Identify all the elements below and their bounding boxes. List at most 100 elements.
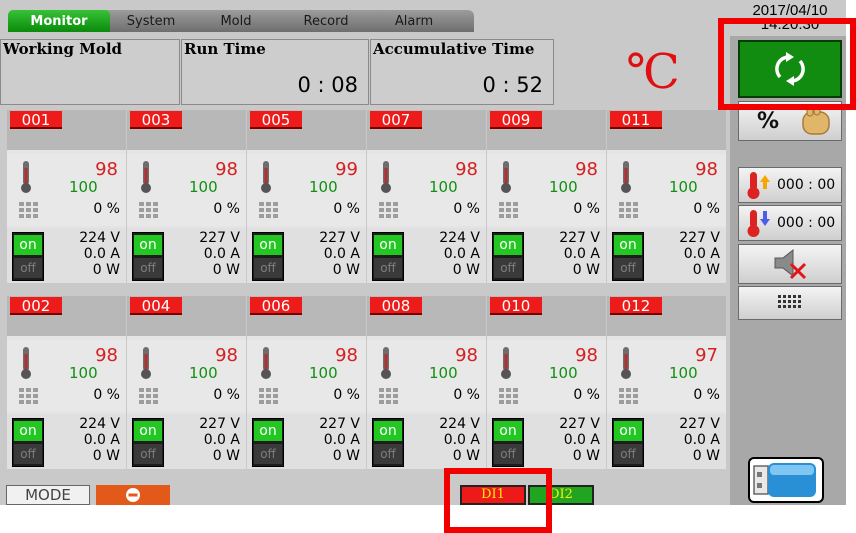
- zone-readings: 98 100 0 %: [127, 154, 246, 226]
- zone-card[interactable]: 009 98 100 0 % on off 227 V 0.0 A0 W: [487, 110, 606, 283]
- zone-off-label: off: [134, 258, 162, 278]
- zone-card[interactable]: 003 98 100 0 % on off 227 V 0.0 A0 W: [127, 110, 246, 283]
- zone-on-off-switch[interactable]: on off: [492, 232, 524, 281]
- temperature-unit[interactable]: ℃: [578, 40, 728, 104]
- thermometer-icon: [141, 347, 151, 379]
- zone-card[interactable]: 010 98 100 0 % on off 227 V 0.0 A0 W: [487, 296, 606, 469]
- zone-card[interactable]: 007 98 100 0 % on off 224 V 0.0 A0 W: [367, 110, 486, 283]
- zone-setpoint[interactable]: 100: [309, 364, 338, 382]
- high-temp-timer-button[interactable]: 000 : 00: [738, 167, 842, 203]
- zone-power: on off 227 V 0.0 A0 W: [247, 414, 366, 469]
- zone-setpoint[interactable]: 100: [69, 364, 98, 382]
- grid-icon: [379, 202, 398, 218]
- zone-setpoint[interactable]: 100: [189, 364, 218, 382]
- zone-off-label: off: [254, 258, 282, 278]
- zone-off-label: off: [614, 258, 642, 278]
- tab-mold[interactable]: Mold: [192, 10, 280, 32]
- zone-power-watts: 0 W: [332, 262, 360, 278]
- zone-current: 0.0 A: [563, 432, 600, 448]
- zone-id[interactable]: 003: [130, 111, 182, 129]
- zone-on-off-switch[interactable]: on off: [12, 232, 44, 281]
- zone-readings: 98 100 0 %: [127, 340, 246, 412]
- zone-temperature: 98: [455, 345, 478, 366]
- zone-setpoint[interactable]: 100: [429, 364, 458, 382]
- zone-on-off-switch[interactable]: on off: [132, 232, 164, 281]
- zone-off-label: off: [374, 444, 402, 464]
- grid-icon: [19, 388, 38, 404]
- zone-power-watts: 0 W: [332, 448, 360, 464]
- zone-output-percent: 0 %: [93, 201, 120, 217]
- zone-id[interactable]: 012: [610, 297, 662, 315]
- zone-setpoint[interactable]: 100: [549, 178, 578, 196]
- zone-on-label: on: [374, 421, 402, 441]
- zone-power-watts: 0 W: [452, 448, 480, 464]
- zone-on-off-switch[interactable]: on off: [252, 232, 284, 281]
- zone-current: 0.0 A: [443, 246, 480, 262]
- zone-on-label: on: [254, 421, 282, 441]
- zone-on-label: on: [14, 421, 42, 441]
- zone-setpoint[interactable]: 100: [309, 178, 338, 196]
- zone-id[interactable]: 007: [370, 111, 422, 129]
- zone-on-off-switch[interactable]: on off: [12, 418, 44, 467]
- mode-indicator[interactable]: [96, 485, 170, 505]
- zone-on-label: on: [614, 421, 642, 441]
- zone-output-percent: 0 %: [93, 387, 120, 403]
- temp-up-icon: [747, 172, 770, 199]
- zone-id[interactable]: 008: [370, 297, 422, 315]
- zone-card[interactable]: 001 98 100 0 % on off 224 V 0.0 A0 W: [7, 110, 126, 283]
- mute-button[interactable]: [738, 244, 842, 284]
- zone-card[interactable]: 005 99 100 0 % on off 227 V 0.0 A0 W: [247, 110, 366, 283]
- tab-system[interactable]: System: [110, 10, 192, 32]
- zone-output-percent: 0 %: [453, 201, 480, 217]
- keypad-button[interactable]: [738, 286, 842, 320]
- zone-setpoint[interactable]: 100: [549, 364, 578, 382]
- zone-id[interactable]: 006: [250, 297, 302, 315]
- zone-header: 006: [247, 296, 366, 336]
- tab-monitor[interactable]: Monitor: [8, 10, 110, 32]
- zone-header: 004: [127, 296, 246, 336]
- zone-card[interactable]: 004 98 100 0 % on off 227 V 0.0 A0 W: [127, 296, 246, 469]
- tab-alarm[interactable]: Alarm: [372, 10, 456, 32]
- zone-setpoint[interactable]: 100: [69, 178, 98, 196]
- zone-on-off-switch[interactable]: on off: [372, 232, 404, 281]
- zone-power: on off 224 V 0.0 A0 W: [7, 414, 126, 469]
- zone-temperature: 98: [95, 159, 118, 180]
- zone-id[interactable]: 009: [490, 111, 542, 129]
- zone-id[interactable]: 001: [10, 111, 62, 129]
- zone-on-label: on: [134, 235, 162, 255]
- zone-id[interactable]: 011: [610, 111, 662, 129]
- zone-output-percent: 0 %: [693, 387, 720, 403]
- zone-id[interactable]: 005: [250, 111, 302, 129]
- usb-button[interactable]: [748, 457, 824, 503]
- zone-id[interactable]: 004: [130, 297, 182, 315]
- zone-setpoint[interactable]: 100: [669, 178, 698, 196]
- zone-on-off-switch[interactable]: on off: [132, 418, 164, 467]
- zone-setpoint[interactable]: 100: [429, 178, 458, 196]
- zone-on-off-switch[interactable]: on off: [612, 418, 644, 467]
- zone-id[interactable]: 010: [490, 297, 542, 315]
- zone-readings: 98 100 0 %: [607, 154, 726, 226]
- zone-on-off-switch[interactable]: on off: [492, 418, 524, 467]
- zone-id[interactable]: 002: [10, 297, 62, 315]
- zone-setpoint[interactable]: 100: [189, 178, 218, 196]
- zone-on-off-switch[interactable]: on off: [372, 418, 404, 467]
- zone-card[interactable]: 006 98 100 0 % on off 227 V 0.0 A0 W: [247, 296, 366, 469]
- low-temp-timer-button[interactable]: 000 : 00: [738, 205, 842, 241]
- zone-card[interactable]: 011 98 100 0 % on off 227 V 0.0 A0 W: [607, 110, 726, 283]
- zone-card[interactable]: 002 98 100 0 % on off 224 V 0.0 A0 W: [7, 296, 126, 469]
- zone-card[interactable]: 008 98 100 0 % on off 224 V 0.0 A0 W: [367, 296, 486, 469]
- zone-on-label: on: [494, 235, 522, 255]
- tab-record[interactable]: Record: [280, 10, 372, 32]
- thermometer-icon: [621, 347, 631, 379]
- zone-temperature: 98: [575, 159, 598, 180]
- working-mold-panel[interactable]: Working Mold: [0, 39, 180, 105]
- zone-temperature: 97: [695, 345, 718, 366]
- zone-power-watts: 0 W: [212, 448, 240, 464]
- zone-setpoint[interactable]: 100: [669, 364, 698, 382]
- thermometer-icon: [141, 161, 151, 193]
- zone-card[interactable]: 012 97 100 0 % on off 227 V 0.0 A0 W: [607, 296, 726, 469]
- zone-on-off-switch[interactable]: on off: [252, 418, 284, 467]
- keypad-icon: [778, 295, 801, 308]
- grid-icon: [139, 202, 158, 218]
- zone-on-off-switch[interactable]: on off: [612, 232, 644, 281]
